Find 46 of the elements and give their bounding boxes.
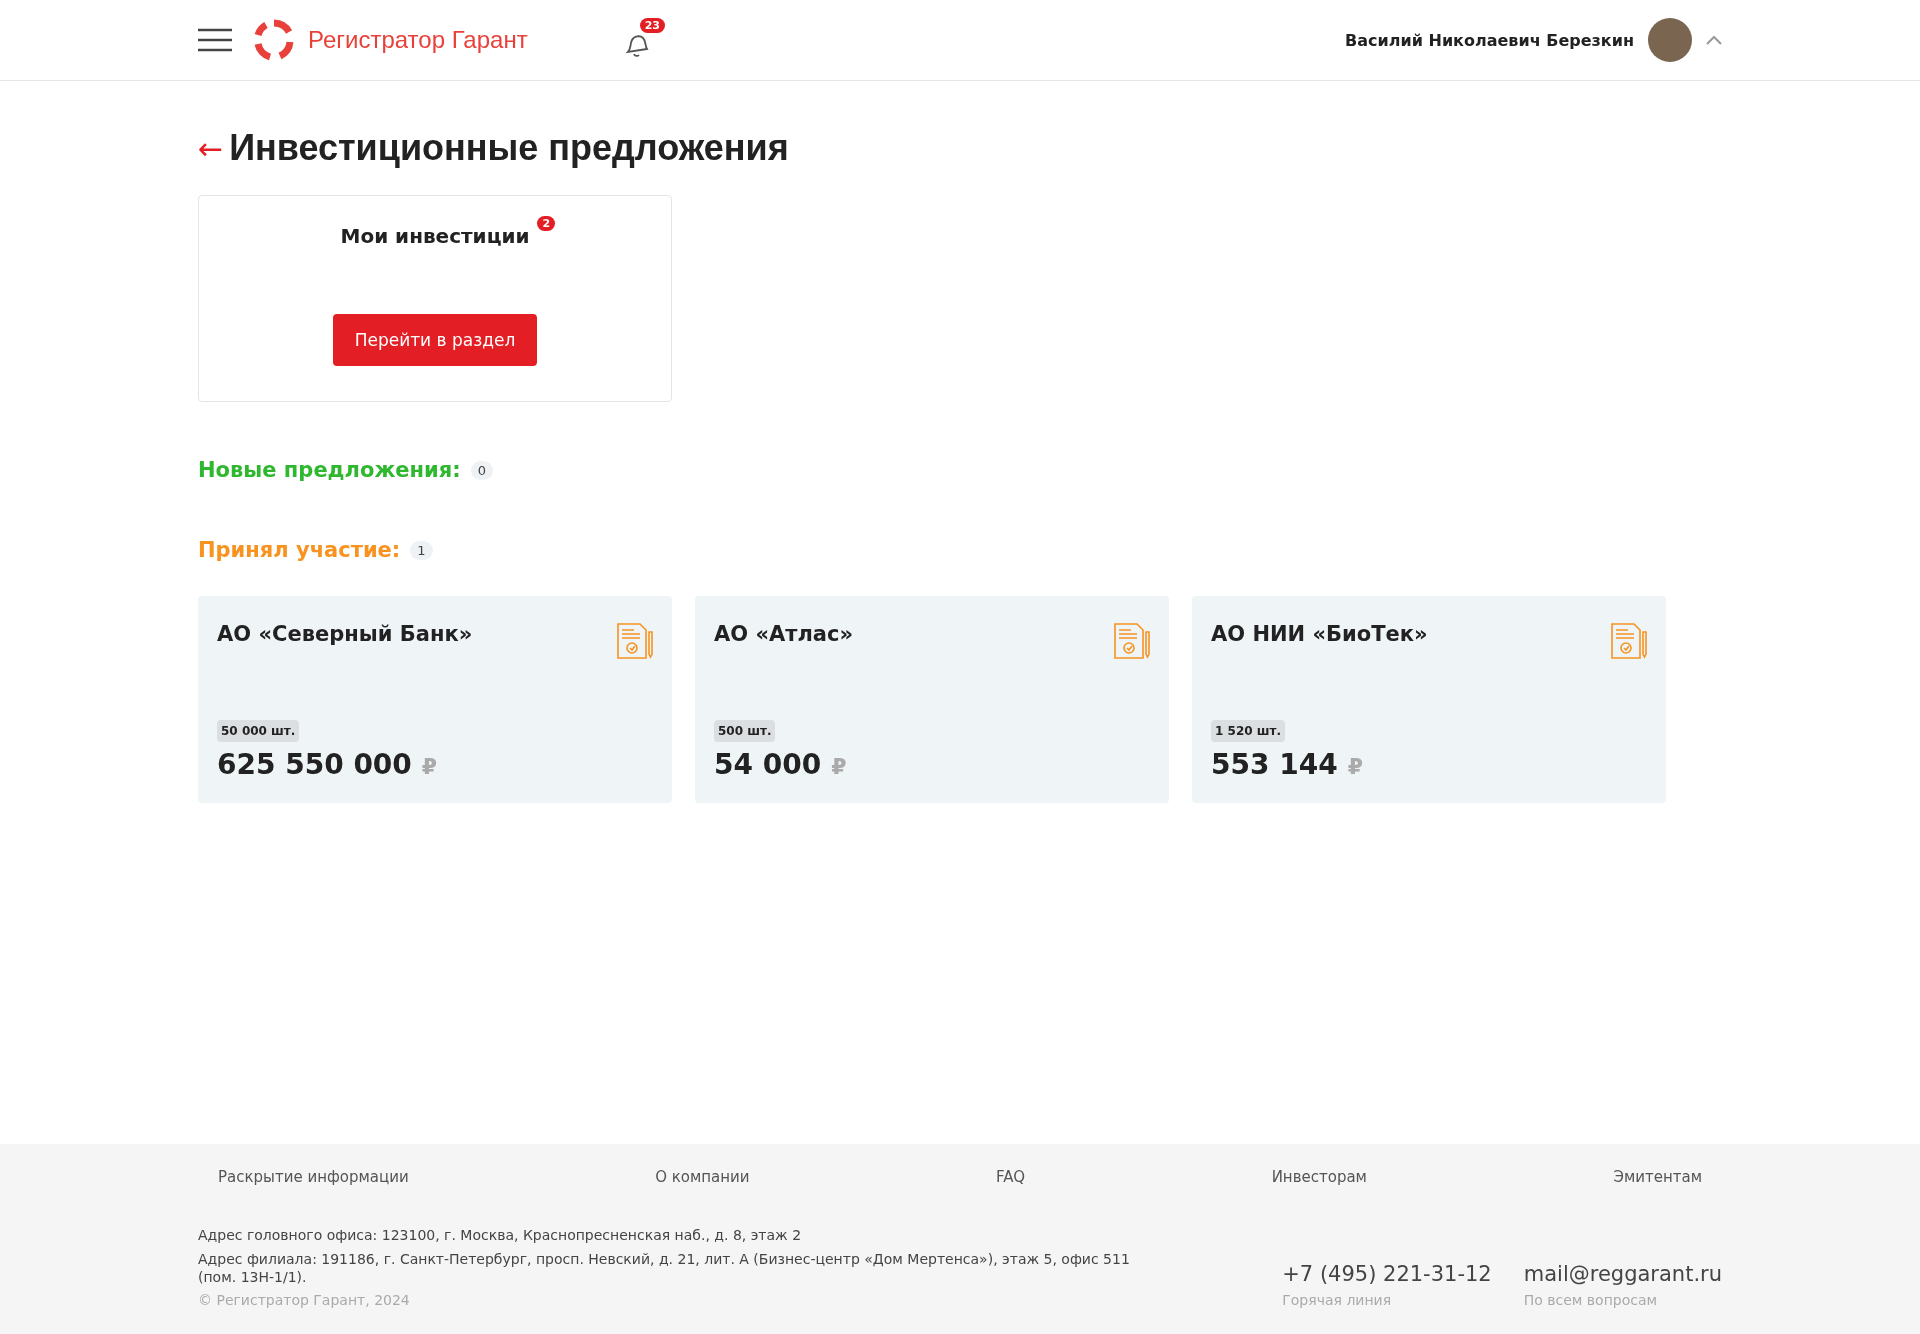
- document-icon: [1113, 622, 1151, 660]
- company-name: АО «Северный Банк»: [217, 622, 473, 646]
- copyright: © Регистратор Гарант, 2024: [198, 1292, 411, 1308]
- menu-icon[interactable]: [198, 28, 232, 52]
- company-name: АО «Атлас»: [714, 622, 853, 646]
- quantity-tag: 500 шт.: [714, 720, 776, 742]
- count-badge: 0: [470, 460, 493, 480]
- document-icon: [1610, 622, 1648, 660]
- address-text: Адрес филиала: 191186, г. Санкт-Петербург, просп. Невский, д. 21, лит. А (Бизнес-центр «Дом Мертенса»), этаж 5, офис 511 (пом. 13Н-1/1).: [198, 1250, 1131, 1286]
- footer-link[interactable]: Раскрытие информации: [218, 1168, 409, 1186]
- amount: 625 550 000: [217, 748, 412, 781]
- section-title: Новые предложения:: [198, 458, 461, 482]
- contact-link[interactable]: mail@reggarant.ru: [1523, 1262, 1722, 1286]
- currency-sign: ₽: [1347, 754, 1363, 779]
- company-name: АО НИИ «БиоТек»: [1211, 622, 1428, 646]
- card-title: Мои инвестиции: [340, 224, 530, 248]
- contact-caption: По всем вопросам: [1523, 1292, 1659, 1308]
- quantity-tag: 50 000 шт.: [217, 720, 300, 742]
- offer-card[interactable]: АО НИИ «БиоТек» 1 520 шт. 553 144 ₽: [1192, 596, 1666, 803]
- offer-card[interactable]: АО «Атлас» 500 шт. 54 000 ₽: [695, 596, 1169, 803]
- avatar[interactable]: [1648, 18, 1692, 62]
- page-title: Инвестиционные предложения: [229, 127, 789, 169]
- footer-link[interactable]: О компании: [655, 1168, 750, 1186]
- amount: 54 000: [714, 748, 822, 781]
- chevron-up-icon[interactable]: [1706, 35, 1722, 45]
- notification-badge: 23: [639, 18, 665, 33]
- footer-link[interactable]: FAQ: [996, 1168, 1026, 1186]
- count-badge: 1: [410, 540, 433, 560]
- address-text: Адрес головного офиса: 123100, г. Москва, Краснопресненская наб., д. 8, этаж 2: [198, 1226, 803, 1244]
- logo-text[interactable]: Регистратор Гарант: [308, 26, 528, 54]
- offer-card[interactable]: АО «Северный Банк» 50 000 шт. 625 550 000 ₽: [198, 596, 672, 803]
- count-badge: 2: [537, 216, 556, 231]
- back-arrow[interactable]: ←: [198, 130, 224, 166]
- currency-sign: ₽: [421, 754, 438, 779]
- currency-sign: ₽: [831, 754, 847, 779]
- amount: 553 144: [1211, 748, 1338, 781]
- contact-caption: Горячая линия: [1282, 1292, 1393, 1308]
- contact-link[interactable]: +7 (495) 221-31-12: [1282, 1262, 1492, 1286]
- logo-icon: [252, 18, 296, 62]
- footer-link[interactable]: Эмитентам: [1613, 1168, 1702, 1186]
- quantity-tag: 1 520 шт.: [1211, 720, 1285, 742]
- section-title: Принял участие:: [198, 538, 401, 562]
- document-icon: [616, 622, 654, 660]
- go-to-section-button[interactable]: Перейти в раздел: [332, 314, 538, 366]
- user-name[interactable]: Василий Николаевич Березкин: [1345, 30, 1634, 50]
- footer-link[interactable]: Инвесторам: [1271, 1168, 1367, 1186]
